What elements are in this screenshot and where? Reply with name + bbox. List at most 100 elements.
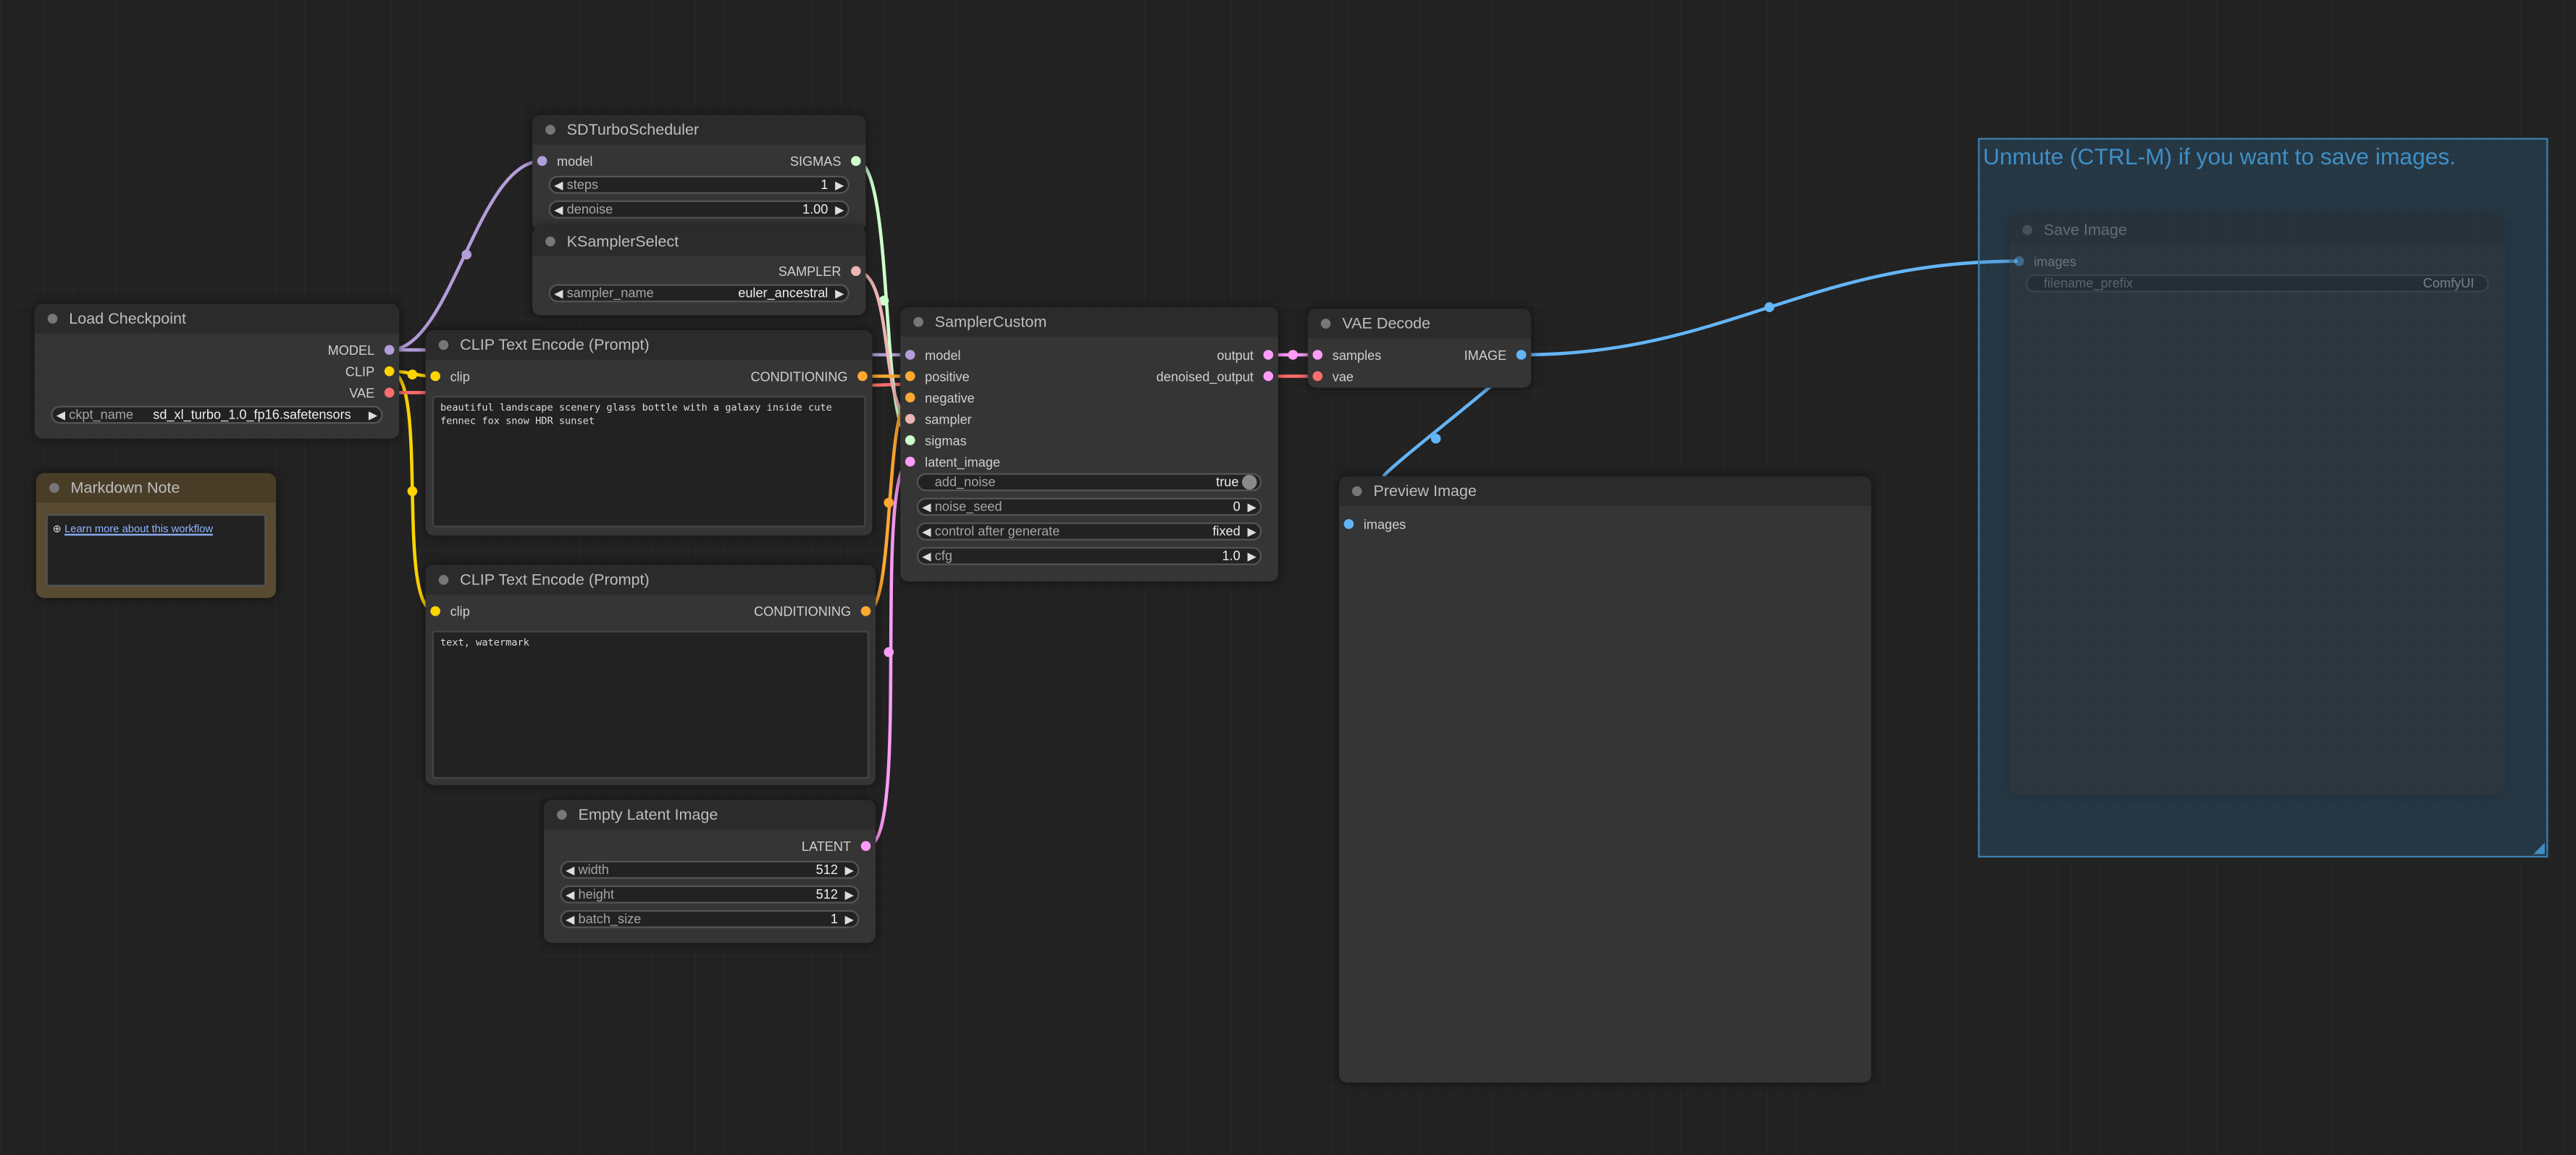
output-sigmas[interactable]: SIGMAS <box>790 151 866 171</box>
increment-arrow-icon[interactable]: ▶ <box>1243 550 1260 563</box>
node-clip-text-encode-negative[interactable]: CLIP Text Encode (Prompt) clip CONDITION… <box>425 565 876 786</box>
increment-arrow-icon[interactable]: ▶ <box>365 408 382 421</box>
node-title[interactable]: Markdown Note <box>35 473 277 503</box>
node-title[interactable]: VAE Decode <box>1307 308 1532 339</box>
decrement-arrow-icon[interactable]: ◀ <box>918 550 935 563</box>
widget-height[interactable]: ◀ height 512 ▶ <box>560 885 860 904</box>
node-ksampler-select[interactable]: KSamplerSelect SAMPLER ◀ sampler_name eule… <box>532 227 866 316</box>
output-model[interactable]: MODEL <box>328 340 400 360</box>
port-dot[interactable] <box>537 156 547 167</box>
increment-arrow-icon[interactable]: ▶ <box>1243 525 1260 538</box>
collapse-dot[interactable] <box>913 316 923 327</box>
widget-width[interactable]: ◀ width 512 ▶ <box>560 860 860 879</box>
input-clip[interactable]: clip <box>426 366 470 386</box>
port-dot[interactable] <box>860 841 871 852</box>
input-model[interactable]: model <box>900 345 961 364</box>
input-clip[interactable]: clip <box>426 601 470 621</box>
input-vae[interactable]: vae <box>1308 366 1354 386</box>
input-positive[interactable]: positive <box>900 366 970 386</box>
output-denoised-output[interactable]: denoised_output <box>1157 366 1278 386</box>
decrement-arrow-icon[interactable]: ◀ <box>53 408 70 421</box>
port-dot[interactable] <box>1312 350 1323 360</box>
port-dot[interactable] <box>1312 371 1323 382</box>
toggle-knob-icon[interactable] <box>1241 474 1257 490</box>
increment-arrow-icon[interactable]: ▶ <box>841 912 857 925</box>
node-clip-text-encode-positive[interactable]: CLIP Text Encode (Prompt) clip CONDITION… <box>425 329 873 536</box>
workflow-canvas[interactable]: Unmute (CTRL-M) if you want to save imag… <box>0 0 2576 1155</box>
port-dot[interactable] <box>1263 350 1274 360</box>
increment-arrow-icon[interactable]: ▶ <box>831 178 848 191</box>
increment-arrow-icon[interactable]: ▶ <box>1243 500 1260 513</box>
node-title[interactable]: SDTurboScheduler <box>532 114 866 145</box>
decrement-arrow-icon[interactable]: ◀ <box>562 863 579 876</box>
increment-arrow-icon[interactable]: ▶ <box>831 287 848 300</box>
node-sd-turbo-scheduler[interactable]: SDTurboScheduler model SIGMAS ◀ steps 1 ▶ ◀… <box>532 114 866 232</box>
decrement-arrow-icon[interactable]: ◀ <box>918 525 935 538</box>
decrement-arrow-icon[interactable]: ◀ <box>550 287 567 300</box>
prompt-textarea[interactable]: text, watermark <box>432 631 870 779</box>
node-title[interactable]: KSamplerSelect <box>532 227 866 256</box>
port-dot[interactable] <box>384 387 395 398</box>
port-dot[interactable] <box>430 371 440 382</box>
input-images[interactable]: images <box>2009 251 2076 271</box>
collapse-dot[interactable] <box>438 340 449 350</box>
node-title[interactable]: Save Image <box>2009 215 2506 245</box>
widget-noise-seed[interactable]: ◀ noise_seed 0 ▶ <box>916 497 1262 516</box>
widget-sampler-name[interactable]: ◀ sampler_name euler_ancestral ▶ <box>548 284 849 303</box>
collapse-dot[interactable] <box>49 482 59 493</box>
group-resize-handle[interactable] <box>2533 842 2545 854</box>
node-markdown-note[interactable]: Markdown Note ⊕ Learn more about this wo… <box>35 473 277 598</box>
port-dot[interactable] <box>1516 350 1527 360</box>
widget-filename-prefix[interactable]: filename_prefix ComfyUI <box>2026 274 2489 293</box>
decrement-arrow-icon[interactable]: ◀ <box>562 912 579 925</box>
output-vae[interactable]: VAE <box>349 383 399 403</box>
collapse-dot[interactable] <box>557 810 567 820</box>
output-image[interactable]: IMAGE <box>1464 345 1532 364</box>
widget-add-noise[interactable]: add_noise true <box>916 473 1262 492</box>
collapse-dot[interactable] <box>47 314 58 324</box>
port-dot[interactable] <box>857 371 868 382</box>
port-dot[interactable] <box>905 392 915 403</box>
input-images[interactable]: images <box>1339 514 1406 534</box>
input-sigmas[interactable]: sigmas <box>900 430 967 450</box>
output-output[interactable]: output <box>1217 345 1278 364</box>
output-conditioning[interactable]: CONDITIONING <box>754 601 876 621</box>
collapse-dot[interactable] <box>2022 224 2033 235</box>
input-negative[interactable]: negative <box>900 387 975 407</box>
input-model[interactable]: model <box>532 151 592 171</box>
output-conditioning[interactable]: CONDITIONING <box>750 366 872 386</box>
decrement-arrow-icon[interactable]: ◀ <box>918 500 935 513</box>
port-dot[interactable] <box>851 156 861 167</box>
port-dot[interactable] <box>905 435 915 445</box>
collapse-dot[interactable] <box>545 236 555 247</box>
port-dot[interactable] <box>905 456 915 467</box>
port-dot[interactable] <box>384 345 395 355</box>
widget-cfg[interactable]: ◀ cfg 1.0 ▶ <box>916 547 1262 566</box>
port-dot[interactable] <box>1343 518 1354 529</box>
port-dot[interactable] <box>905 350 915 360</box>
port-dot[interactable] <box>2014 256 2024 266</box>
decrement-arrow-icon[interactable]: ◀ <box>550 203 567 216</box>
port-dot[interactable] <box>851 266 861 277</box>
widget-steps[interactable]: ◀ steps 1 ▶ <box>548 175 849 194</box>
output-clip[interactable]: CLIP <box>345 361 399 381</box>
widget-control-after-generate[interactable]: ◀ control after generate fixed ▶ <box>916 522 1262 541</box>
collapse-dot[interactable] <box>438 574 449 585</box>
port-dot[interactable] <box>905 371 915 382</box>
node-empty-latent-image[interactable]: Empty Latent Image LATENT ◀ width 512 ▶ ◀ he… <box>543 799 876 944</box>
collapse-dot[interactable] <box>545 125 555 135</box>
widget-ckpt-name[interactable]: ◀ ckpt_name sd_xl_turbo_1.0_fp16.safetenso… <box>51 406 383 424</box>
increment-arrow-icon[interactable]: ▶ <box>831 203 848 216</box>
decrement-arrow-icon[interactable]: ◀ <box>550 178 567 191</box>
node-vae-decode[interactable]: VAE Decode samples vae IMAGE <box>1307 308 1532 388</box>
widget-denoise[interactable]: ◀ denoise 1.00 ▶ <box>548 200 849 219</box>
collapse-dot[interactable] <box>1351 486 1362 497</box>
input-latent-image[interactable]: latent_image <box>900 452 1000 471</box>
decrement-arrow-icon[interactable]: ◀ <box>562 888 579 901</box>
widget-batch-size[interactable]: ◀ batch_size 1 ▶ <box>560 910 860 928</box>
node-title[interactable]: Empty Latent Image <box>543 799 876 830</box>
increment-arrow-icon[interactable]: ▶ <box>841 888 857 901</box>
node-save-image[interactable]: Save Image images filename_prefix ComfyUI <box>2009 215 2506 795</box>
node-title[interactable]: CLIP Text Encode (Prompt) <box>425 329 873 360</box>
node-title[interactable]: Load Checkpoint <box>34 303 400 334</box>
